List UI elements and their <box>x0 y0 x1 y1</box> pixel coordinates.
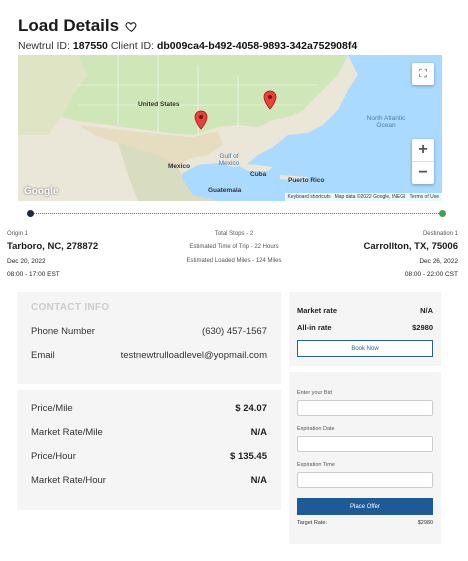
allin-rate-row: All-in rate $2980 <box>297 323 433 332</box>
zoom-out-button[interactable]: − <box>412 162 434 184</box>
heart-icon[interactable] <box>125 20 138 33</box>
bid-label: Enter your Bid <box>297 390 332 396</box>
map-label-gulf: Gulf of Mexico <box>218 153 240 167</box>
terms-link[interactable]: Terms of Use <box>410 194 439 200</box>
target-rate-label: Target Rate: <box>297 520 327 526</box>
market-hour-row: Market Rate/Hour N/A <box>31 475 267 486</box>
email-value[interactable]: testnewtrulloadlevel@yopmail.com <box>121 350 267 361</box>
expiration-date-label: Expiration Date <box>297 426 335 432</box>
map-label-guatemala: Guatemala <box>208 187 242 194</box>
newtrul-id: 187550 <box>72 40 108 52</box>
origin-dot <box>27 210 34 217</box>
allin-rate-label: All-in rate <box>297 323 332 332</box>
destination-city: Carrollton, TX, 75006 <box>363 241 458 252</box>
phone-row: Phone Number (630) 457-1567 <box>31 326 267 337</box>
map-label-atlantic: North Atlantic Ocean <box>366 115 406 129</box>
target-rate-row: Target Rate: $2980 <box>297 520 433 526</box>
map-zoom-control: + − <box>412 139 434 184</box>
book-now-button[interactable]: Book Now <box>297 340 433 357</box>
contact-heading: CONTACT INFO <box>31 302 110 313</box>
phone-value[interactable]: (630) 457-1567 <box>202 326 267 337</box>
estimated-time: Estimated Time of Trip - 22 Hours <box>189 244 279 250</box>
bid-input[interactable] <box>297 400 433 416</box>
keyboard-shortcuts-link[interactable]: Keyboard shortcuts <box>288 194 331 200</box>
price-mile-row: Price/Mile $ 24.07 <box>31 403 267 414</box>
phone-label: Phone Number <box>31 326 95 337</box>
map-label-puerto-rico: Puerto Rico <box>288 177 325 184</box>
destination-dot <box>439 210 446 217</box>
allin-rate-value: $2980 <box>412 323 433 332</box>
origin-date: Dec 20, 2022 <box>7 258 46 265</box>
map-attribution: Keyboard shortcuts Map data ©2022 Google… <box>284 193 442 201</box>
expiration-time-input[interactable] <box>297 472 433 488</box>
destination-label: Destination 1 <box>422 231 458 237</box>
expiration-time-label: Expiration Time <box>297 462 335 468</box>
market-rate-value: N/A <box>420 306 433 315</box>
price-hour-row: Price/Hour $ 135.45 <box>31 451 267 462</box>
market-hour-label: Market Rate/Hour <box>31 475 106 486</box>
title-row: Load Details <box>18 16 138 36</box>
market-rate-row: Market rate N/A <box>297 306 433 315</box>
fullscreen-icon[interactable]: ⛶ <box>412 63 434 85</box>
client-id: db009ca4-b492-4058-9893-342a752908f4 <box>156 40 358 52</box>
target-rate-value: $2980 <box>417 520 433 526</box>
bid-panel: Enter your Bid Expiration Date Expiratio… <box>289 372 441 544</box>
map-label-mexico: Mexico <box>168 163 191 170</box>
client-id-label: Client ID: <box>110 40 155 52</box>
rate-panel: Market rate N/A All-in rate $2980 Book N… <box>289 292 441 366</box>
contact-info-panel: CONTACT INFO Phone Number (630) 457-1567… <box>17 292 281 384</box>
google-logo: Google <box>24 186 59 197</box>
load-ids: Newtrul ID: 187550 Client ID: db009ca4-b… <box>18 40 357 52</box>
map-label-cuba: Cuba <box>250 171 267 178</box>
market-mile-row: Market Rate/Mile N/A <box>31 427 267 438</box>
expiration-date-input[interactable] <box>297 436 433 452</box>
map-data-text: Map data ©2022 Google, INEGI <box>334 194 406 200</box>
zoom-in-button[interactable]: + <box>412 139 434 161</box>
origin-time: 08:00 - 17:00 EST <box>7 271 60 278</box>
market-rate-label: Market rate <box>297 306 338 315</box>
route-map[interactable]: United States Mexico Gulf of Mexico Cuba… <box>18 55 442 201</box>
destination-time: 08:00 - 22:00 CST <box>404 271 458 278</box>
price-mile-label: Price/Mile <box>31 403 73 414</box>
price-hour-label: Price/Hour <box>31 451 76 462</box>
route-progress-line <box>30 213 441 214</box>
page-title: Load Details <box>18 16 120 35</box>
total-stops: Total Stops - 2 <box>214 231 254 237</box>
market-mile-label: Market Rate/Mile <box>31 427 103 438</box>
destination-date: Dec 26, 2022 <box>419 258 458 265</box>
email-label: Email <box>31 350 55 361</box>
origin-label: Origin 1 <box>7 231 29 237</box>
pricing-panel: Price/Mile $ 24.07 Market Rate/Mile N/A … <box>17 390 281 510</box>
market-mile-value: N/A <box>250 427 267 438</box>
newtrul-id-label: Newtrul ID: <box>18 40 70 52</box>
place-offer-button[interactable]: Place Offer <box>297 498 433 515</box>
estimated-miles: Estimated Loaded Miles - 124 Miles <box>186 258 282 264</box>
map-label-us: United States <box>138 101 180 108</box>
origin-city: Tarboro, NC, 278872 <box>7 241 99 252</box>
price-mile-value: $ 24.07 <box>235 403 267 414</box>
market-hour-value: N/A <box>250 475 267 486</box>
price-hour-value: $ 135.45 <box>230 451 267 462</box>
email-row: Email testnewtrulloadlevel@yopmail.com <box>31 350 267 361</box>
